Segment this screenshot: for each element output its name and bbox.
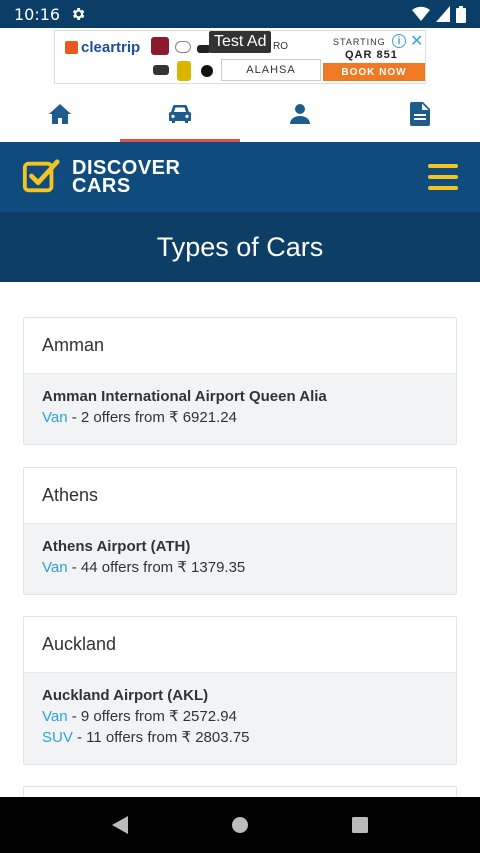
bottle-icon bbox=[177, 61, 191, 81]
system-nav-bar bbox=[0, 797, 480, 853]
ad-container[interactable]: cleartrip Test Ad RO ALAHSA STARTING i ✕… bbox=[54, 30, 426, 84]
ad-book-now-button[interactable]: BOOK NOW bbox=[323, 63, 425, 81]
city-card-next[interactable] bbox=[23, 786, 457, 797]
tab-account[interactable] bbox=[240, 86, 360, 142]
recents-icon[interactable] bbox=[351, 816, 369, 834]
city-airport-section: Athens Airport (ATH) Van - 44 offers fro… bbox=[24, 524, 456, 594]
tab-documents[interactable] bbox=[360, 86, 480, 142]
ad-partial-text: RO bbox=[273, 41, 288, 52]
tab-cars[interactable] bbox=[120, 86, 240, 142]
status-time: 10:16 bbox=[14, 4, 61, 24]
drone-icon bbox=[153, 65, 169, 75]
car-type-link[interactable]: Van bbox=[42, 409, 68, 426]
page-title: Types of Cars bbox=[156, 231, 324, 262]
ad-brand-label: cleartrip bbox=[81, 39, 141, 56]
airport-name[interactable]: Amman International Airport Queen Alia bbox=[42, 388, 438, 405]
battery-icon bbox=[456, 5, 466, 23]
logo-text[interactable]: DISCOVER CARS bbox=[72, 158, 180, 197]
airport-name[interactable]: Athens Airport (ATH) bbox=[42, 538, 438, 555]
city-card-athens[interactable]: Athens Athens Airport (ATH) Van - 44 off… bbox=[23, 467, 457, 595]
city-name: Athens bbox=[24, 468, 456, 524]
city-airport-section: Auckland Airport (AKL) Van - 9 offers fr… bbox=[24, 673, 456, 764]
car-type-link[interactable]: Van bbox=[42, 559, 68, 576]
test-ad-badge: Test Ad bbox=[209, 31, 272, 53]
status-bar: 10:16 bbox=[0, 0, 480, 28]
offer-line: SUV - 11 offers from ₹ 2803.75 bbox=[42, 727, 438, 748]
document-icon bbox=[410, 102, 430, 126]
ad-info-icon[interactable]: i bbox=[392, 34, 406, 48]
cleartrip-logo-icon bbox=[65, 41, 78, 54]
city-card-auckland[interactable]: Auckland Auckland Airport (AKL) Van - 9 … bbox=[23, 616, 457, 765]
city-name: Auckland bbox=[24, 617, 456, 673]
app-header: DISCOVER CARS bbox=[0, 142, 480, 212]
city-card-amman[interactable]: Amman Amman International Airport Queen … bbox=[23, 317, 457, 445]
watch-icon bbox=[201, 65, 213, 77]
page-title-band: Types of Cars bbox=[0, 212, 480, 282]
logo-line-2: CARS bbox=[72, 175, 131, 197]
ad-brand: cleartrip bbox=[65, 39, 140, 56]
menu-bar bbox=[428, 175, 458, 179]
logo-check-icon[interactable] bbox=[22, 158, 60, 196]
settings-icon bbox=[73, 8, 85, 20]
ad-starting-label: STARTING bbox=[333, 37, 386, 47]
car-icon bbox=[169, 104, 191, 123]
car-type-link[interactable]: Van bbox=[42, 708, 68, 725]
back-icon[interactable] bbox=[111, 815, 129, 835]
offer-line: Van - 2 offers from ₹ 6921.24 bbox=[42, 407, 438, 428]
city-name: Amman bbox=[24, 318, 456, 374]
car-type-link[interactable]: SUV bbox=[42, 729, 73, 746]
home-circle-icon[interactable] bbox=[231, 816, 249, 834]
wifi-icon bbox=[412, 6, 430, 22]
menu-bar bbox=[428, 186, 458, 190]
tab-navigation bbox=[0, 86, 480, 142]
person-icon bbox=[290, 104, 310, 124]
offer-line: Van - 9 offers from ₹ 2572.94 bbox=[42, 706, 438, 727]
offer-text: - 9 offers from ₹ 2572.94 bbox=[67, 708, 237, 725]
city-airport-section: Amman International Airport Queen Alia V… bbox=[24, 374, 456, 444]
signal-icon bbox=[436, 6, 450, 22]
offer-line: Van - 44 offers from ₹ 1379.35 bbox=[42, 557, 438, 578]
ad-banner[interactable]: cleartrip Test Ad RO ALAHSA STARTING i ✕… bbox=[0, 28, 480, 86]
tab-home[interactable] bbox=[0, 86, 120, 142]
airport-name[interactable]: Auckland Airport (AKL) bbox=[42, 687, 438, 704]
hamburger-menu-button[interactable] bbox=[428, 164, 458, 190]
tshirt-icon bbox=[151, 37, 169, 55]
offer-text: - 44 offers from ₹ 1379.35 bbox=[67, 559, 246, 576]
ad-price: QAR 851 bbox=[345, 49, 398, 61]
bicycle-icon bbox=[175, 41, 191, 53]
ad-city: ALAHSA bbox=[221, 59, 321, 81]
city-list: Amman Amman International Airport Queen … bbox=[0, 282, 480, 797]
ad-close-icon[interactable]: ✕ bbox=[410, 31, 423, 51]
offer-text: - 2 offers from ₹ 6921.24 bbox=[67, 409, 237, 426]
offer-text: - 11 offers from ₹ 2803.75 bbox=[72, 729, 250, 746]
home-icon bbox=[49, 104, 71, 124]
menu-bar bbox=[428, 164, 458, 168]
